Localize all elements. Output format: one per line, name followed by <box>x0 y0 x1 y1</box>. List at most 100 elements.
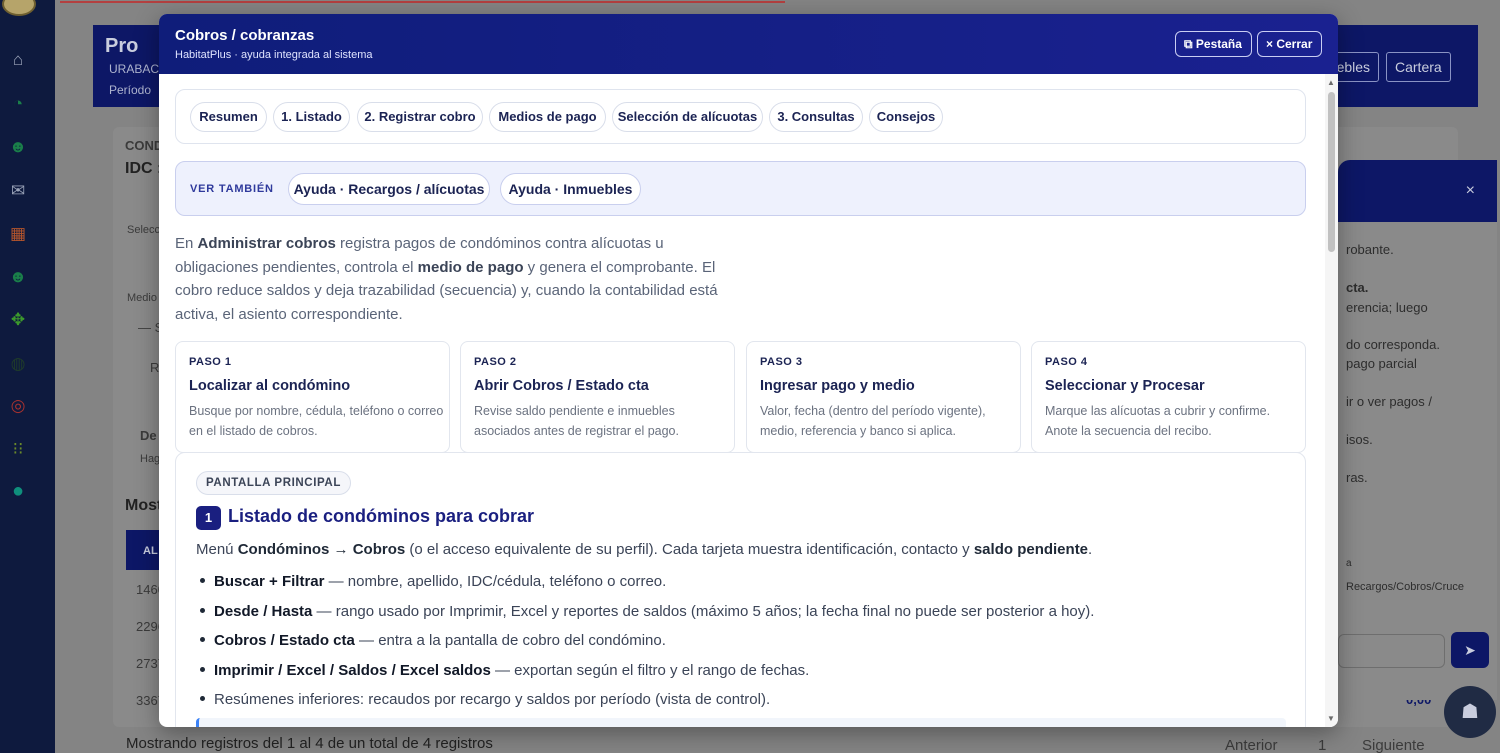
page-number-button[interactable]: 1 <box>1318 737 1326 753</box>
list-item-text: — nombre, apellido, IDC/cédula, teléfono… <box>324 573 667 590</box>
list-item: Cobros / Estado cta — entra a la pantall… <box>196 632 1286 649</box>
intro-text: En <box>175 235 198 252</box>
page-title: Pro <box>105 35 139 57</box>
tab-consejos[interactable]: Consejos <box>869 102 943 132</box>
modal-title: Cobros / cobranzas <box>175 27 315 44</box>
prev-page-button[interactable]: Anterior <box>1225 737 1278 753</box>
home-icon[interactable]: ⌂ <box>8 50 28 70</box>
bullet-icon <box>200 608 205 614</box>
chat-close-icon[interactable]: × <box>1466 182 1475 200</box>
tab-registrar-cobro[interactable]: 2. Registrar cobro <box>357 102 483 132</box>
select-label: Selecc <box>127 224 161 236</box>
period-label: Período <box>109 83 152 97</box>
sidebar: ⌂ ◔ ☻ ✉ ▦ ☻ ✥ ◍ ◎ ⁝⁝ ● <box>0 0 55 753</box>
close-icon: × <box>1266 37 1277 51</box>
open-tab-button[interactable]: ⧉ Pestaña <box>1175 31 1252 57</box>
reload-button[interactable]: R <box>150 360 159 375</box>
tab-seleccion-alicuotas[interactable]: Selección de alícuotas <box>612 102 763 132</box>
step-title: Abrir Cobros / Estado cta <box>474 378 649 394</box>
intro-bold: medio de pago <box>417 258 524 276</box>
list-item-bold: Imprimir / Excel / Saldos / Excel saldos <box>214 662 491 679</box>
chat-line: ras. <box>1346 470 1368 485</box>
modal-subtitle: HabitatPlus · ayuda integrada al sistema <box>175 49 373 61</box>
list-item: Imprimir / Excel / Saldos / Excel saldos… <box>196 662 1286 679</box>
cartera-button[interactable]: Cartera <box>1386 52 1451 82</box>
modal-header: Cobros / cobranzas HabitatPlus · ayuda i… <box>159 14 1338 74</box>
menu-bold: Condóminos → Cobros <box>237 541 406 558</box>
info-note <box>196 718 1286 727</box>
link-inmuebles[interactable]: Ayuda · Inmuebles <box>500 173 641 205</box>
group-icon[interactable]: ☻ <box>8 267 28 287</box>
modal-body: Resumen 1. Listado 2. Registrar cobro Me… <box>159 74 1325 727</box>
bullet-icon <box>200 667 205 673</box>
section-number: 1 <box>196 506 221 530</box>
list-item-bold: Desde / Hasta <box>214 603 313 620</box>
fingerprint-icon[interactable]: ◎ <box>8 396 28 416</box>
chat-panel: × robante. cta. erencia; luego do corres… <box>1338 160 1497 700</box>
step-card: PASO 3 Ingresar pago y medio Valor, fech… <box>746 341 1021 453</box>
scroll-down-icon[interactable]: ▼ <box>1327 714 1335 723</box>
scroll-thumb[interactable] <box>1328 92 1335 252</box>
chat-line: ir o ver pagos / <box>1346 394 1432 409</box>
step-title: Localizar al condómino <box>189 378 351 394</box>
grid-icon[interactable]: ⁝⁝ <box>8 439 28 459</box>
next-page-button[interactable]: Siguiente <box>1362 737 1425 753</box>
list-item: Buscar + Filtrar — nombre, apellido, IDC… <box>196 573 1286 590</box>
users-icon[interactable]: ☻ <box>8 137 28 157</box>
tab-listado[interactable]: 1. Listado <box>273 102 350 132</box>
list-item-text: — exportan según el filtro y el rango de… <box>490 662 810 679</box>
modal-scrollbar[interactable]: ▲ ▼ <box>1325 74 1338 727</box>
building-icon[interactable]: ▦ <box>8 224 28 244</box>
bullet-icon <box>200 637 205 643</box>
help-modal: Cobros / cobranzas HabitatPlus · ayuda i… <box>159 14 1338 727</box>
chat-line: cta. <box>1346 280 1369 295</box>
tab-consultas[interactable]: 3. Consultas <box>769 102 863 132</box>
tab-resumen[interactable]: Resumen <box>190 102 267 132</box>
step-card: PASO 4 Seleccionar y Procesar Marque las… <box>1031 341 1306 453</box>
intro-paragraph: En Administrar cobros registra pagos de … <box>175 232 735 326</box>
close-button[interactable]: × Cerrar <box>1257 31 1322 57</box>
bullet-icon <box>200 696 205 702</box>
list-item-text: — entra a la pantalla de cobro del condó… <box>354 632 666 649</box>
step-label: PASO 1 <box>189 356 232 368</box>
envelope-icon[interactable]: ✉ <box>8 181 28 201</box>
list-item-text: — rango usado por Imprimir, Excel y repo… <box>312 603 1095 620</box>
chat-input[interactable] <box>1338 634 1445 668</box>
link-recargos-alicuotas[interactable]: Ayuda · Recargos / alícuotas <box>288 173 490 205</box>
list-item-bold: Cobros / Estado cta <box>214 632 355 649</box>
chat-line: robante. <box>1346 242 1394 257</box>
arrows-icon[interactable]: ✥ <box>8 310 28 330</box>
globe-icon[interactable]: ◍ <box>8 354 28 374</box>
step-title: Seleccionar y Procesar <box>1045 378 1205 394</box>
step-label: PASO 4 <box>1045 356 1088 368</box>
close-label: Cerrar <box>1276 37 1313 51</box>
circle-icon[interactable]: ● <box>8 481 28 501</box>
step-description: Revise saldo pendiente e inmuebles asoci… <box>474 404 679 438</box>
step-card: PASO 2 Abrir Cobros / Estado cta Revise … <box>460 341 735 453</box>
page-subtitle: URABAC <box>109 62 160 76</box>
menu-text: (o el acceso equivalente de su perfil). … <box>405 541 974 558</box>
step-description: Busque por nombre, cédula, teléfono o co… <box>189 404 444 438</box>
hint-label: Hag <box>140 453 161 465</box>
tab-medios-de-pago[interactable]: Medios de pago <box>489 102 606 132</box>
section-title: Listado de condóminos para cobrar <box>228 506 535 526</box>
top-bar-line <box>60 0 785 3</box>
menu-bold: saldo pendiente <box>973 541 1089 558</box>
step-label: PASO 3 <box>760 356 803 368</box>
scroll-up-icon[interactable]: ▲ <box>1327 78 1335 87</box>
list-item-bold: Buscar + Filtrar <box>214 573 325 590</box>
section-badge: PANTALLA PRINCIPAL <box>196 471 351 495</box>
app-logo <box>2 0 36 16</box>
cond-label: COND <box>125 138 164 153</box>
table-header-label: AL <box>143 545 158 557</box>
menu-text: . <box>1088 541 1093 558</box>
see-also-box: VER TAMBIÉN Ayuda · Recargos / alícuotas… <box>175 161 1306 216</box>
pie-chart-icon[interactable]: ◔ <box>8 94 28 114</box>
section-tabs: Resumen 1. Listado 2. Registrar cobro Me… <box>175 89 1306 144</box>
send-icon[interactable]: ➤ <box>1451 632 1489 668</box>
robot-icon[interactable]: ☗ <box>1444 686 1496 738</box>
chat-line: do corresponda. <box>1346 337 1440 352</box>
open-tab-label: Pestaña <box>1195 37 1242 51</box>
see-also-label: VER TAMBIÉN <box>190 183 274 195</box>
pagination-info: Mostrando registros del 1 al 4 de un tot… <box>126 735 493 752</box>
